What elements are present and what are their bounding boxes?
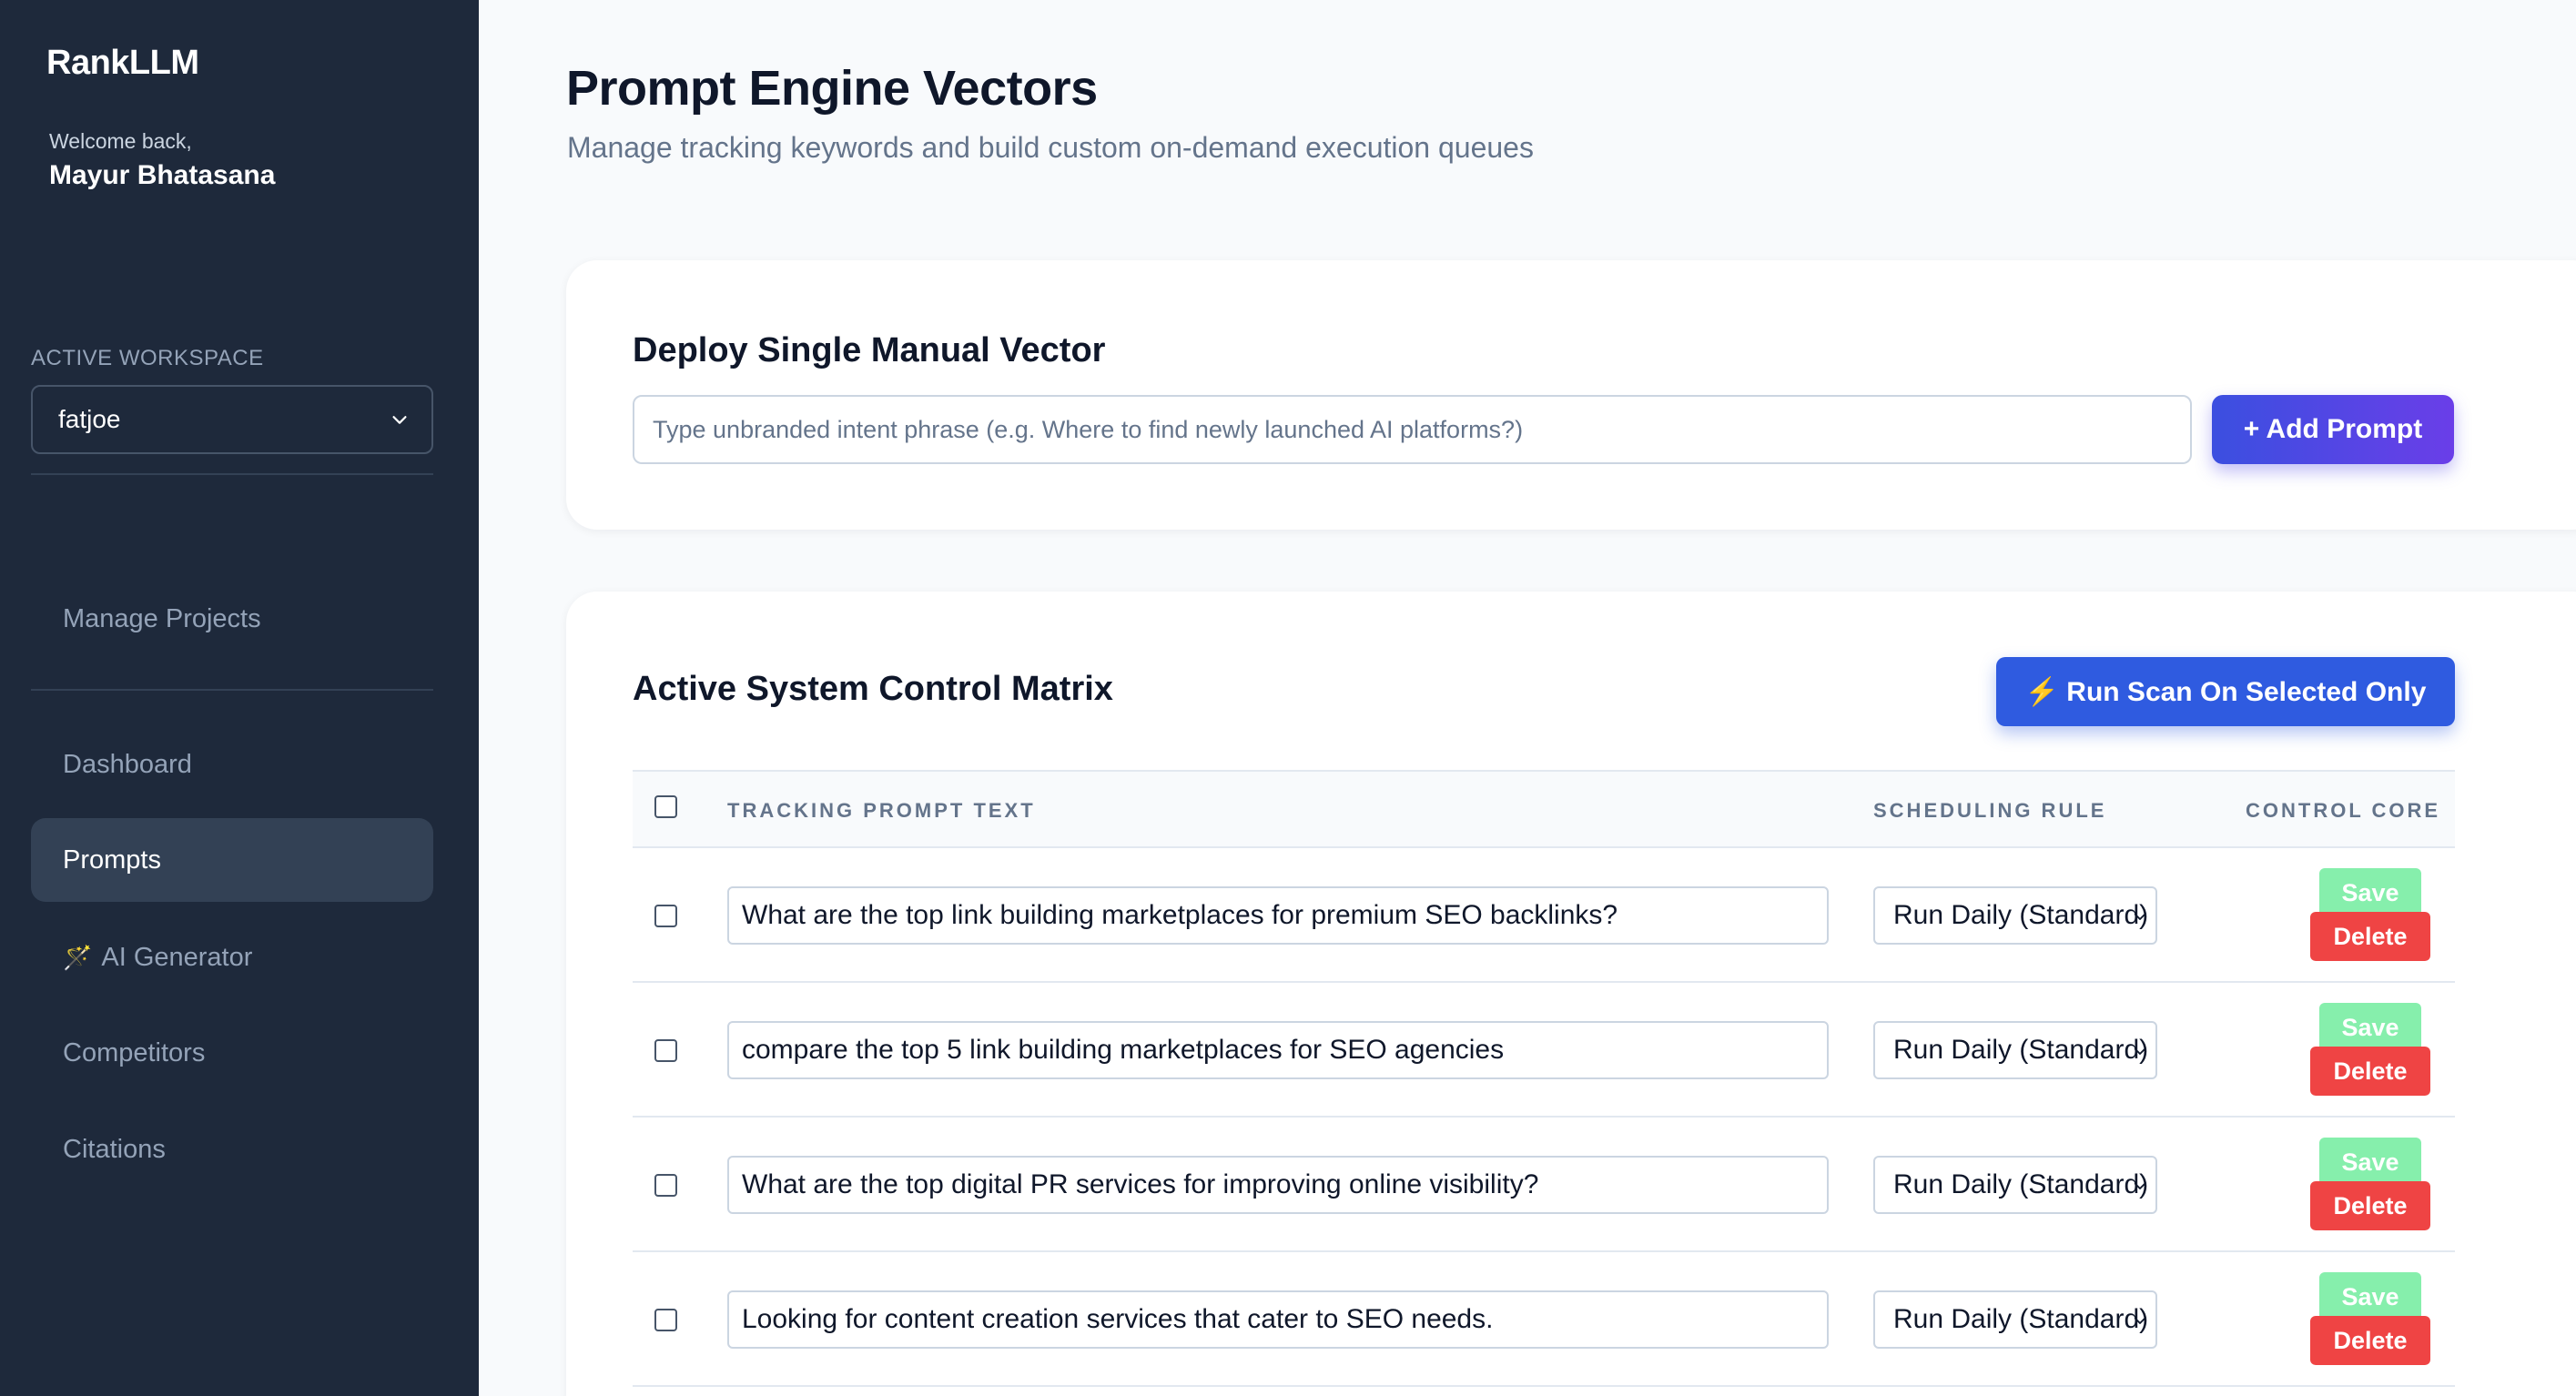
select-all-checkbox[interactable] — [654, 795, 677, 818]
nav-item-label: AI Generator — [101, 942, 253, 972]
sidebar-divider — [31, 473, 433, 475]
manage-projects-label: Manage Projects — [63, 603, 261, 633]
chevron-down-icon — [392, 416, 407, 424]
schedule-value: Run Daily (Standard) — [1893, 900, 2149, 930]
magic-wand-icon: 🪄 — [63, 943, 93, 971]
schedule-select[interactable]: Run Daily (Standard) — [1873, 1156, 2157, 1214]
sidebar: RankLLM Welcome back, Mayur Bhatasana AC… — [0, 0, 479, 1396]
prompts-table: TRACKING PROMPT TEXT SCHEDULING RULE CON… — [633, 770, 2455, 1387]
chevron-down-icon — [2134, 913, 2146, 920]
nav-item-dashboard[interactable]: Dashboard — [31, 723, 433, 806]
manage-projects-link[interactable]: Manage Projects — [31, 577, 433, 661]
nav-item-ai-generator[interactable]: 🪄 AI Generator — [31, 915, 433, 999]
column-header-control: CONTROL CORE — [2246, 799, 2441, 822]
prompt-text-input[interactable] — [727, 1021, 1829, 1079]
workspace-select[interactable]: fatjoe — [31, 385, 433, 454]
prompt-text-input[interactable] — [727, 886, 1829, 945]
schedule-value: Run Daily (Standard) — [1893, 1035, 2149, 1065]
nav-item-competitors[interactable]: Competitors — [31, 1011, 433, 1095]
column-header-schedule: SCHEDULING RULE — [1873, 799, 2107, 822]
user-name: Mayur Bhatasana — [49, 160, 276, 190]
page-subtitle: Manage tracking keywords and build custo… — [567, 131, 1534, 164]
schedule-select[interactable]: Run Daily (Standard) — [1873, 1290, 2157, 1349]
delete-button[interactable]: Delete — [2310, 1047, 2430, 1096]
schedule-value: Run Daily (Standard) — [1893, 1169, 2149, 1199]
matrix-card: Active System Control Matrix ⚡ Run Scan … — [566, 592, 2576, 1396]
add-prompt-button[interactable]: + Add Prompt — [2212, 395, 2454, 464]
deploy-title: Deploy Single Manual Vector — [633, 331, 1106, 369]
row-checkbox[interactable] — [654, 1174, 677, 1197]
nav-item-prompts[interactable]: Prompts — [31, 818, 433, 902]
chevron-down-icon — [2134, 1182, 2146, 1189]
table-row: Run Daily (Standard) Save Delete — [633, 848, 2455, 983]
schedule-select[interactable]: Run Daily (Standard) — [1873, 886, 2157, 945]
table-header: TRACKING PROMPT TEXT SCHEDULING RULE CON… — [633, 770, 2455, 848]
table-row: Run Daily (Standard) Save Delete — [633, 983, 2455, 1118]
delete-button[interactable]: Delete — [2310, 912, 2430, 961]
nav-item-label: Dashboard — [63, 749, 192, 779]
delete-button[interactable]: Delete — [2310, 1316, 2430, 1365]
table-row: Run Daily (Standard) Save Delete — [633, 1252, 2455, 1387]
column-header-prompt: TRACKING PROMPT TEXT — [727, 799, 1036, 822]
save-button[interactable]: Save — [2319, 1272, 2421, 1321]
chevron-down-icon — [2134, 1317, 2146, 1324]
deploy-card: Deploy Single Manual Vector + Add Prompt — [566, 260, 2576, 530]
table-row: Run Daily (Standard) Save Delete — [633, 1118, 2455, 1252]
new-prompt-input[interactable] — [633, 395, 2192, 464]
sidebar-divider — [31, 689, 433, 691]
nav-item-citations[interactable]: Citations — [31, 1108, 433, 1191]
chevron-down-icon — [2134, 1047, 2146, 1055]
schedule-select[interactable]: Run Daily (Standard) — [1873, 1021, 2157, 1079]
nav-item-label: Citations — [63, 1134, 166, 1164]
save-button[interactable]: Save — [2319, 868, 2421, 917]
row-checkbox[interactable] — [654, 1039, 677, 1062]
row-checkbox[interactable] — [654, 1309, 677, 1331]
matrix-title: Active System Control Matrix — [633, 670, 1113, 708]
page-title: Prompt Engine Vectors — [566, 61, 1098, 116]
nav-item-label: Competitors — [63, 1037, 206, 1067]
row-checkbox[interactable] — [654, 905, 677, 927]
workspace-value: fatjoe — [58, 405, 121, 433]
app-root: RankLLM Welcome back, Mayur Bhatasana AC… — [0, 0, 2576, 1396]
nav-item-label: Prompts — [63, 845, 161, 875]
run-scan-button[interactable]: ⚡ Run Scan On Selected Only — [1996, 657, 2455, 726]
save-button[interactable]: Save — [2319, 1003, 2421, 1052]
workspace-label: ACTIVE WORKSPACE — [31, 346, 264, 370]
main-content: Prompt Engine Vectors Manage tracking ke… — [479, 0, 2576, 1396]
prompt-text-input[interactable] — [727, 1156, 1829, 1214]
prompt-text-input[interactable] — [727, 1290, 1829, 1349]
save-button[interactable]: Save — [2319, 1138, 2421, 1187]
welcome-text: Welcome back, — [49, 129, 192, 153]
schedule-value: Run Daily (Standard) — [1893, 1304, 2149, 1334]
brand-logo: RankLLM — [46, 44, 199, 82]
delete-button[interactable]: Delete — [2310, 1181, 2430, 1230]
